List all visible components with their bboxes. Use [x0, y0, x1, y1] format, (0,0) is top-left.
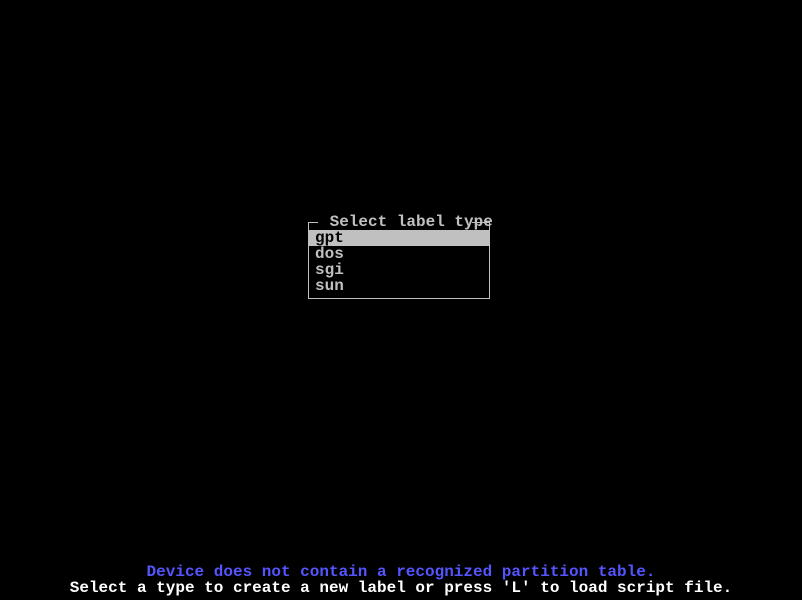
- menu-item-sun[interactable]: sun: [309, 278, 489, 294]
- footer: Device does not contain a recognized par…: [0, 564, 802, 596]
- dialog-body: gpt dos sgi sun: [308, 230, 490, 299]
- menu-item-dos[interactable]: dos: [309, 246, 489, 262]
- terminal-screen: Select label type gpt dos sgi sun Device…: [0, 0, 802, 600]
- label-type-dialog: Select label type gpt dos sgi sun: [308, 214, 490, 299]
- status-message: Device does not contain a recognized par…: [0, 564, 802, 580]
- menu-item-gpt[interactable]: gpt: [309, 230, 489, 246]
- hint-message: Select a type to create a new label or p…: [0, 580, 802, 596]
- dialog-title-bar: Select label type: [308, 214, 490, 230]
- menu-item-sgi[interactable]: sgi: [309, 262, 489, 278]
